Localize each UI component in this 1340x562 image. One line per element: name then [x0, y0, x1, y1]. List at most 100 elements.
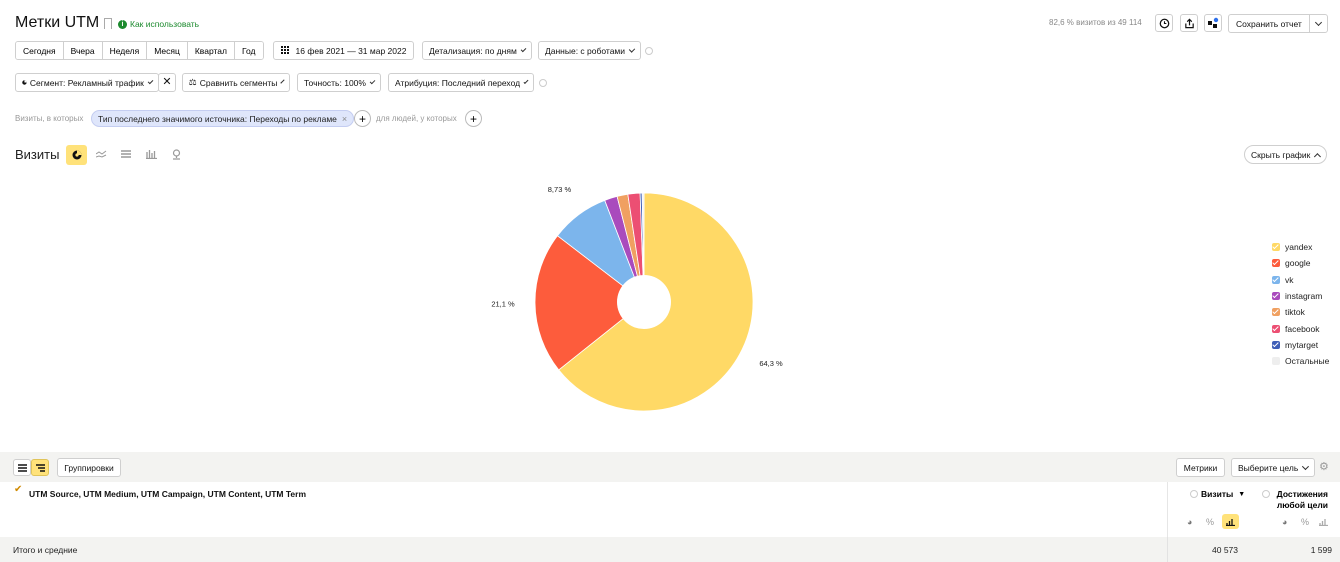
legend-checkbox[interactable] [1272, 357, 1280, 366]
hide-chart-label: Скрыть график [1251, 149, 1311, 160]
chart-type-pie-button[interactable] [66, 145, 87, 165]
info-icon: i [118, 19, 127, 29]
pie-data-label: 8,73 % [548, 185, 572, 194]
groupings-label: Группировки [64, 462, 114, 473]
detail-dropdown[interactable]: Детализация: по дням [422, 41, 532, 60]
accuracy-dropdown[interactable]: Точность: 100% [297, 73, 381, 92]
compare-segments-dropdown[interactable]: ⚖ Сравнить сегменты [182, 73, 290, 92]
tab-month[interactable]: Месяц [147, 42, 188, 59]
legend-checkbox[interactable] [1272, 308, 1280, 317]
data-mode-dropdown[interactable]: Данные: с роботами [538, 41, 641, 60]
area-chart-icon [121, 150, 131, 158]
col-visits-label: Визиты [1201, 489, 1234, 499]
date-range-button[interactable]: 16 фев 2021 — 31 мар 2022 [273, 41, 414, 60]
visits-view-pie-icon[interactable]: ◕ [1187, 517, 1192, 527]
tab-quarter[interactable]: Квартал [187, 42, 235, 59]
visits-view-bar-button[interactable] [1222, 514, 1239, 529]
how-to-use-link[interactable]: i Как использовать [118, 19, 199, 29]
clear-segment-button[interactable]: ✕ [158, 73, 176, 92]
totals-label: Итого и средние [13, 545, 78, 555]
dimension-header[interactable]: UTM Source, UTM Medium, UTM Campaign, UT… [29, 489, 306, 499]
legend-checkbox[interactable] [1272, 275, 1280, 284]
goal-view-pie-icon[interactable]: ◕ [1282, 517, 1287, 527]
visits-view-percent-icon[interactable]: % [1206, 517, 1214, 527]
api-button[interactable] [1204, 14, 1222, 32]
attribution-dropdown[interactable]: Атрибуция: Последний переход [388, 73, 534, 92]
legend-label: instagram [1285, 290, 1323, 301]
table-toolbar [0, 452, 1340, 482]
filter-chip[interactable]: Тип последнего значимого источника: Пере… [91, 110, 355, 127]
legend-checkbox[interactable] [1272, 291, 1280, 300]
help-icon[interactable] [1190, 490, 1198, 498]
chevron-down-icon[interactable] [1314, 18, 1323, 26]
view-tree-button[interactable] [31, 459, 49, 476]
segment-label: Сегмент: Рекламный трафик [29, 77, 144, 88]
legend-checkbox[interactable] [1272, 324, 1280, 333]
goal-view-percent-icon[interactable]: % [1301, 517, 1309, 527]
map-pin-icon [172, 149, 181, 160]
help-icon[interactable] [539, 79, 547, 87]
legend-item-mytarget[interactable]: mytarget [1272, 340, 1318, 350]
chart-type-map-button[interactable] [171, 149, 182, 162]
tab-today[interactable]: Сегодня [16, 42, 64, 59]
view-flat-button[interactable] [13, 459, 31, 476]
plus-icon: + [358, 111, 366, 126]
sample-info: 82,6 % визитов из 49 114 [1049, 18, 1142, 27]
pie-icon [22, 80, 27, 85]
tab-yesterday[interactable]: Вчера [63, 42, 103, 59]
legend-item-остальные[interactable]: Остальные [1272, 356, 1329, 366]
detail-label: Детализация: по дням [429, 45, 517, 56]
col-goal-header[interactable]: Достижения любой цели [1262, 489, 1328, 511]
chart-type-line-button[interactable] [95, 149, 107, 161]
legend-label: google [1285, 258, 1311, 269]
help-icon[interactable] [1262, 490, 1270, 498]
total-goal: 1 599 [1310, 545, 1332, 555]
legend-item-google[interactable]: google [1272, 258, 1311, 268]
bookmark-icon[interactable] [104, 18, 112, 29]
chevron-down-icon [628, 45, 636, 53]
period-tabs: Сегодня Вчера Неделя Месяц Квартал Год [15, 41, 264, 60]
history-button[interactable] [1155, 14, 1173, 32]
legend-item-facebook[interactable]: facebook [1272, 324, 1320, 334]
list-icon [17, 463, 27, 472]
legend-checkbox[interactable] [1272, 259, 1280, 268]
dimension-checkbox[interactable]: ✔ [14, 485, 22, 495]
metrics-button[interactable]: Метрики [1176, 458, 1225, 477]
add-people-condition-button[interactable]: + [465, 110, 482, 127]
legend-item-vk[interactable]: vk [1272, 275, 1294, 285]
choose-goal-dropdown[interactable]: Выберите цель [1231, 458, 1315, 477]
legend-label: vk [1285, 274, 1294, 285]
export-button[interactable] [1180, 14, 1198, 32]
bar-icon [1226, 518, 1235, 526]
legend-checkbox[interactable] [1272, 243, 1280, 251]
segment-dropdown[interactable]: Сегмент: Рекламный трафик [15, 73, 159, 92]
add-visit-condition-button[interactable]: + [354, 110, 371, 127]
close-icon[interactable]: × [342, 114, 347, 124]
pie-data-label: 21,1 % [491, 299, 515, 308]
choose-goal-label: Выберите цель [1238, 462, 1299, 473]
save-dropdown-divider [1309, 15, 1310, 32]
gear-icon[interactable]: ⚙ [1319, 462, 1329, 473]
legend-item-tiktok[interactable]: tiktok [1272, 307, 1305, 317]
clock-icon [1159, 18, 1169, 28]
chevron-down-icon [369, 78, 376, 84]
chart-type-area-button[interactable] [121, 149, 132, 161]
calendar-icon [280, 46, 289, 54]
groupings-button[interactable]: Группировки [57, 458, 121, 477]
close-icon: ✕ [162, 76, 172, 88]
col-goal-label: Достижения любой цели [1276, 489, 1328, 510]
save-report-button[interactable]: Сохранить отчет [1228, 14, 1328, 33]
tab-year[interactable]: Год [234, 42, 263, 59]
legend-checkbox[interactable] [1272, 340, 1280, 349]
help-icon[interactable] [645, 47, 653, 55]
chart-title: Визиты [15, 147, 60, 162]
tab-week[interactable]: Неделя [102, 42, 148, 59]
hide-chart-button[interactable]: Скрыть график [1244, 145, 1327, 164]
legend-item-yandex[interactable]: yandex [1272, 242, 1312, 252]
col-visits-header[interactable]: Визиты ▼ [1190, 489, 1245, 499]
goal-view-bar-icon[interactable] [1319, 518, 1328, 528]
legend-item-instagram[interactable]: instagram [1272, 291, 1322, 301]
chevron-down-icon [280, 78, 285, 84]
chart-type-bar-button[interactable] [146, 149, 157, 161]
compare-label: Сравнить сегменты [199, 77, 278, 88]
